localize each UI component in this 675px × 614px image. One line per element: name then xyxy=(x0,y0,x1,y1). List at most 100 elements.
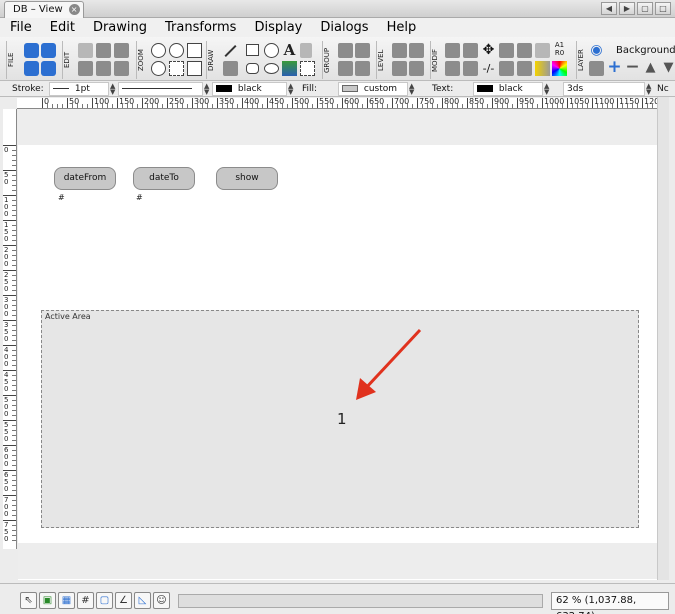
guide-icon[interactable]: ◺ xyxy=(134,592,151,609)
copy-icon[interactable] xyxy=(96,43,111,58)
drawing-canvas[interactable]: dateFrom # dateTo # show Active Area 1 xyxy=(18,109,667,580)
page-view-icon[interactable]: ▢ xyxy=(96,592,113,609)
coordinates-icon[interactable]: A1 R0 xyxy=(552,41,567,57)
menu-dialogs[interactable]: Dialogs xyxy=(320,18,368,37)
group-icon[interactable] xyxy=(338,43,353,58)
eye-icon[interactable]: ◉ xyxy=(589,43,604,58)
stroke-color-field[interactable]: black xyxy=(212,82,287,96)
layer-view-icon[interactable] xyxy=(589,61,604,76)
font-size-stepper-icon[interactable]: ▲ ▼ xyxy=(646,83,651,96)
menu-edit[interactable]: Edit xyxy=(50,18,75,37)
fill-color-stepper-icon[interactable]: ▲ ▼ xyxy=(409,83,414,96)
cut-icon[interactable] xyxy=(78,43,93,58)
layer-down-icon[interactable]: ▼ xyxy=(661,60,675,75)
previous-icon[interactable]: ◀ xyxy=(601,2,617,15)
smiley-icon[interactable]: ☺ xyxy=(153,592,170,609)
show-button[interactable]: show xyxy=(216,167,278,190)
resize-icon[interactable] xyxy=(463,61,478,76)
h-ruler-minor-tick xyxy=(197,104,198,108)
align-left-icon[interactable] xyxy=(445,43,460,58)
polyline-tool-icon[interactable] xyxy=(223,61,238,76)
duplicate-icon[interactable] xyxy=(78,61,93,76)
restore-icon[interactable]: ▢ xyxy=(637,2,653,15)
ellipse-tool-icon[interactable] xyxy=(264,43,279,58)
rotate-icon[interactable] xyxy=(499,61,514,76)
angle-icon[interactable]: ∠ xyxy=(115,592,132,609)
bring-forward-icon[interactable] xyxy=(409,43,424,58)
slope-icon[interactable]: -/- xyxy=(481,61,496,76)
flip-icon[interactable] xyxy=(535,43,550,58)
menu-help[interactable]: Help xyxy=(387,18,417,37)
text-color-stepper-icon[interactable]: ▲ ▼ xyxy=(544,83,549,96)
modif-group: MODIF ✥ A1 R0 -/- xyxy=(430,39,576,79)
menu-file[interactable]: File xyxy=(10,18,32,37)
zoom-fit-icon[interactable] xyxy=(187,43,202,58)
grid-view-icon[interactable]: ▦ xyxy=(58,592,75,609)
send-backward-icon[interactable] xyxy=(409,61,424,76)
v-ruler-label: 650 xyxy=(4,471,9,493)
h-ruler-minor-tick xyxy=(312,104,313,108)
group-split-icon[interactable] xyxy=(355,61,370,76)
move-icon[interactable]: ✥ xyxy=(481,43,496,58)
size-icon[interactable] xyxy=(445,61,460,76)
arrange-icon[interactable] xyxy=(517,43,532,58)
zoom-page-icon[interactable] xyxy=(187,61,202,76)
oval-tool-icon[interactable] xyxy=(264,63,279,74)
maximize-icon[interactable]: □ xyxy=(655,2,671,15)
v-ruler-minor-tick xyxy=(12,405,16,406)
shear-icon[interactable] xyxy=(517,61,532,76)
color-palette-icon[interactable] xyxy=(552,61,567,76)
gradient-icon[interactable] xyxy=(535,61,550,76)
line-tool-icon[interactable] xyxy=(224,44,237,58)
snap-icon[interactable]: ▣ xyxy=(39,592,56,609)
ungroup-icon[interactable] xyxy=(355,43,370,58)
save-all-icon[interactable] xyxy=(41,61,56,76)
zoom-out-icon[interactable] xyxy=(169,43,184,58)
fill-color-field[interactable]: custom xyxy=(338,82,408,96)
v-ruler-minor-tick xyxy=(12,215,16,216)
delete-icon[interactable] xyxy=(114,61,129,76)
distribute-icon[interactable] xyxy=(499,43,514,58)
rounded-rect-tool-icon[interactable] xyxy=(246,63,259,74)
document-tab[interactable]: DB – View × xyxy=(4,1,84,18)
datefrom-button[interactable]: dateFrom xyxy=(54,167,116,190)
menu-transforms[interactable]: Transforms xyxy=(165,18,236,37)
clone-icon[interactable] xyxy=(96,61,111,76)
menu-display[interactable]: Display xyxy=(254,18,302,37)
stroke-color-stepper-icon[interactable]: ▲ ▼ xyxy=(288,83,293,96)
bring-front-icon[interactable] xyxy=(392,43,407,58)
layer-up-icon[interactable]: ▲ xyxy=(643,60,658,75)
close-tab-icon[interactable]: × xyxy=(68,4,80,15)
remove-layer-icon[interactable]: − xyxy=(625,59,640,76)
send-back-icon[interactable] xyxy=(392,61,407,76)
stroke-width-field[interactable]: 1pt xyxy=(49,82,109,96)
save-icon[interactable] xyxy=(24,61,39,76)
grid-icon[interactable]: # xyxy=(77,592,94,609)
group-merge-icon[interactable] xyxy=(338,61,353,76)
redo-icon[interactable] xyxy=(41,43,56,58)
picture-tool-icon[interactable] xyxy=(282,61,297,76)
font-size-field[interactable]: 3ds xyxy=(563,82,645,96)
menu-drawing[interactable]: Drawing xyxy=(93,18,147,37)
align-top-icon[interactable] xyxy=(463,43,478,58)
stroke-style-field[interactable] xyxy=(118,82,203,96)
dateto-button[interactable]: dateTo xyxy=(133,167,195,190)
text-tool-icon[interactable]: A xyxy=(282,43,297,58)
active-area[interactable]: Active Area 1 xyxy=(41,310,639,528)
zoom-area-icon[interactable] xyxy=(169,61,184,76)
stroke-width-stepper-icon[interactable]: ▲ ▼ xyxy=(110,83,115,96)
rectangle-tool-icon[interactable] xyxy=(246,44,259,56)
zoom-in-icon[interactable] xyxy=(151,43,166,58)
next-icon[interactable]: ▶ xyxy=(619,2,635,15)
vertical-scrollbar[interactable] xyxy=(657,97,669,580)
zoom-selection-icon[interactable] xyxy=(151,61,166,76)
paste-icon[interactable] xyxy=(114,43,129,58)
image-tool-icon[interactable] xyxy=(300,43,312,58)
selection-tool-icon[interactable] xyxy=(300,61,315,76)
undo-icon[interactable] xyxy=(24,43,39,58)
stroke-style-stepper-icon[interactable]: ▲ ▼ xyxy=(204,83,209,96)
add-layer-icon[interactable]: + xyxy=(607,59,622,76)
select-mode-icon[interactable]: ⇖ xyxy=(20,592,37,609)
layer-background-label[interactable]: Background xyxy=(616,45,675,56)
text-color-field[interactable]: black xyxy=(473,82,543,96)
